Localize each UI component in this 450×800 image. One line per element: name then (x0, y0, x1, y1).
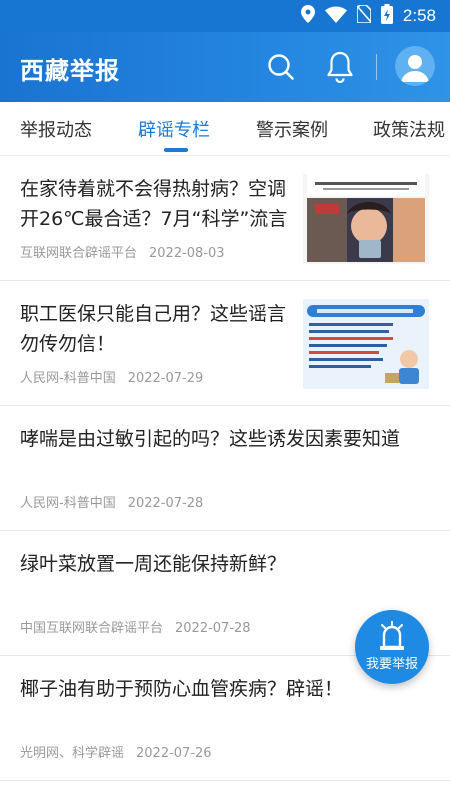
status-bar: 2:58 (0, 0, 450, 32)
article-thumbnail (303, 174, 429, 264)
article-source: 互联网联合辟谣平台 (20, 246, 138, 261)
list-item[interactable]: 哮喘是由过敏引起的吗？这些诱发因素要知道 人民网-科普中国 2022-07-28 (0, 406, 450, 531)
tab-policies[interactable]: 政策法规 (373, 116, 445, 142)
article-date: 2022-07-29 (127, 371, 204, 386)
article-source: 人民网-科普中国 (20, 496, 116, 511)
article-date: 2022-07-26 (136, 746, 212, 761)
article-title: 哮喘是由过敏引起的吗？这些诱发因素要知道 (20, 428, 401, 450)
article-title: 在家待着就不会得热射病？空调开26℃最合适？7月“科学”流言 (20, 178, 288, 230)
list-item[interactable]: 职工医保只能自己用？这些谣言勿传勿信！ 人民网-科普中国 2022-07-29 (0, 281, 450, 406)
article-source: 人民网-科普中国 (20, 371, 116, 386)
report-fab-button[interactable]: 我要举报 (355, 610, 429, 684)
notifications-button[interactable] (322, 49, 358, 85)
article-meta: 人民网-科普中国 2022-07-28 (20, 492, 203, 511)
alarm-siren-icon (380, 621, 404, 650)
tab-rumor-refutation[interactable]: 辟谣专栏 (138, 116, 210, 142)
article-meta: 人民网-科普中国 2022-07-29 (20, 367, 203, 386)
article-date: 2022-08-03 (149, 246, 225, 261)
search-icon (268, 54, 294, 80)
status-icons: 2:58 (300, 4, 436, 28)
status-time: 2:58 (402, 6, 436, 25)
fab-label: 我要举报 (365, 657, 418, 672)
article-meta: 中国互联网联合辟谣平台 2022-07-28 (20, 617, 251, 636)
article-list: 在家待着就不会得热射病？空调开26℃最合适？7月“科学”流言 互联网联合辟谣平台… (0, 156, 450, 781)
active-tab-indicator (164, 148, 188, 152)
app-header: 西藏举报 (0, 32, 450, 102)
article-date: 2022-07-28 (175, 621, 251, 636)
category-tabs: 举报动态 辟谣专栏 警示案例 政策法规 (0, 102, 450, 156)
search-button[interactable] (263, 49, 299, 85)
article-title: 职工医保只能自己用？这些谣言勿传勿信！ (20, 303, 287, 355)
tab-warning-cases[interactable]: 警示案例 (256, 116, 328, 142)
article-source: 光明网、科学辟谣 (20, 746, 125, 761)
avatar[interactable] (395, 46, 435, 86)
article-meta: 光明网、科学辟谣 2022-07-26 (20, 742, 212, 761)
bell-icon (327, 51, 353, 83)
list-item[interactable]: 在家待着就不会得热射病？空调开26℃最合适？7月“科学”流言 互联网联合辟谣平台… (0, 156, 450, 281)
article-source: 中国互联网联合辟谣平台 (20, 621, 164, 636)
location-icon (300, 5, 315, 27)
article-title: 椰子油有助于预防心血管疾病？辟谣！ (20, 678, 344, 700)
article-date: 2022-07-28 (127, 496, 204, 511)
article-meta: 互联网联合辟谣平台 2022-08-03 (20, 242, 225, 261)
user-icon (401, 55, 429, 82)
article-thumbnail (303, 299, 429, 389)
app-title: 西藏举报 (20, 57, 120, 85)
battery-charging-icon (380, 4, 393, 28)
wifi-icon (324, 6, 347, 27)
tab-news[interactable]: 举报动态 (20, 116, 92, 142)
no-sim-icon (356, 4, 372, 27)
header-divider (376, 54, 377, 80)
article-title: 绿叶菜放置一周还能保持新鲜？ (20, 553, 287, 575)
